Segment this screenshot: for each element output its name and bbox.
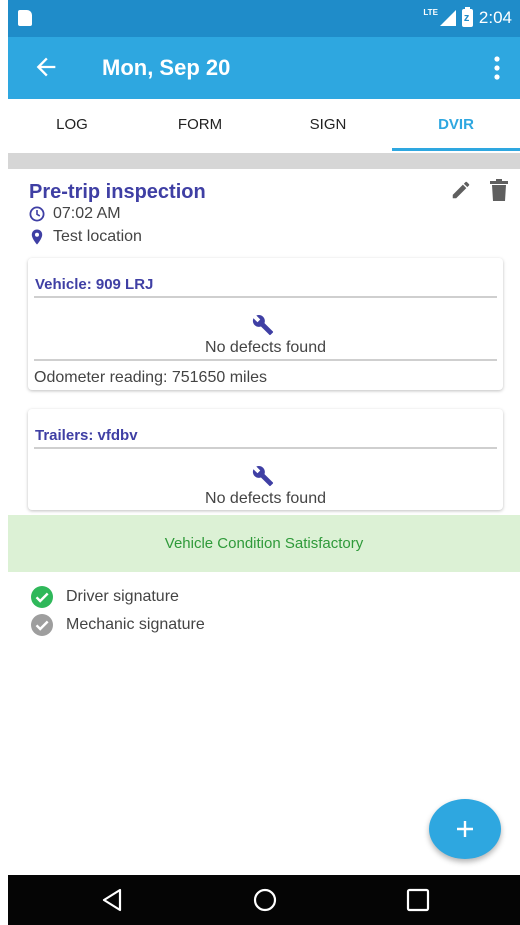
driver-signature-row[interactable]: Driver signature	[30, 585, 179, 609]
divider	[34, 359, 497, 361]
tab-form[interactable]: FORM	[136, 99, 264, 153]
clock-icon	[29, 206, 45, 222]
status-indicators: LTE z 2:04	[423, 7, 512, 28]
tab-bar: LOG FORM SIGN DVIR	[8, 99, 520, 153]
vehicle-title: Vehicle: 909 LRJ	[35, 276, 154, 293]
tab-dvir[interactable]: DVIR	[392, 99, 520, 153]
check-circle-icon	[31, 586, 53, 608]
inspection-title: Pre-trip inspection	[29, 181, 206, 203]
battery-glyph: z	[463, 12, 470, 24]
wrench-icon	[252, 315, 274, 336]
inspection-time-row: 07:02 AM	[29, 205, 121, 223]
add-button[interactable]	[429, 799, 501, 859]
wrench-icon	[252, 466, 274, 487]
vehicle-card: Vehicle: 909 LRJ No defects found Odomet…	[28, 258, 503, 390]
driver-signature-label: Driver signature	[66, 588, 179, 605]
nav-recents-icon[interactable]	[405, 887, 431, 913]
tab-log[interactable]: LOG	[8, 99, 136, 153]
edit-icon[interactable]	[450, 179, 472, 201]
divider	[34, 447, 497, 449]
nav-home-icon[interactable]	[252, 887, 278, 913]
trailer-title: Trailers: vfdbv	[35, 427, 138, 444]
vehicle-defects-status: No defects found	[205, 339, 326, 356]
app-screen: LTE z 2:04 Mon, Sep 20 LOG FORM SIGN DVI…	[8, 0, 520, 925]
tab-divider	[8, 153, 520, 169]
network-type: LTE	[423, 8, 438, 17]
condition-banner: Vehicle Condition Satisfactory	[8, 515, 520, 572]
status-time: 2:04	[478, 8, 512, 27]
mechanic-signature-label: Mechanic signature	[66, 616, 205, 633]
app-bar: Mon, Sep 20	[8, 37, 520, 99]
check-circle-icon	[31, 614, 53, 636]
trailer-defects-status: No defects found	[205, 490, 326, 507]
nav-back-icon[interactable]	[100, 887, 126, 913]
delete-icon[interactable]	[490, 179, 508, 201]
inspection-location-row: Test location	[29, 228, 142, 246]
inspection-time: 07:02 AM	[53, 205, 121, 222]
more-vertical-icon[interactable]	[492, 55, 502, 81]
system-nav-bar	[8, 875, 520, 925]
inspection-location: Test location	[53, 228, 142, 245]
arrow-left-icon[interactable]	[32, 53, 60, 81]
status-bar: LTE z 2:04	[8, 0, 520, 37]
sd-card-icon	[18, 10, 32, 26]
dvir-content: Pre-trip inspection 07:02 AM Test locati…	[8, 169, 520, 875]
mechanic-signature-row[interactable]: Mechanic signature	[30, 613, 205, 637]
page-title: Mon, Sep 20	[102, 55, 231, 80]
tab-sign[interactable]: SIGN	[264, 99, 392, 153]
location-pin-icon	[31, 229, 43, 245]
odometer-reading: Odometer reading: 751650 miles	[34, 369, 268, 386]
battery-icon: z	[461, 7, 473, 27]
plus-icon	[457, 821, 473, 837]
divider	[34, 296, 497, 298]
trailer-card: Trailers: vfdbv No defects found	[28, 409, 503, 510]
signal-icon	[439, 10, 456, 26]
